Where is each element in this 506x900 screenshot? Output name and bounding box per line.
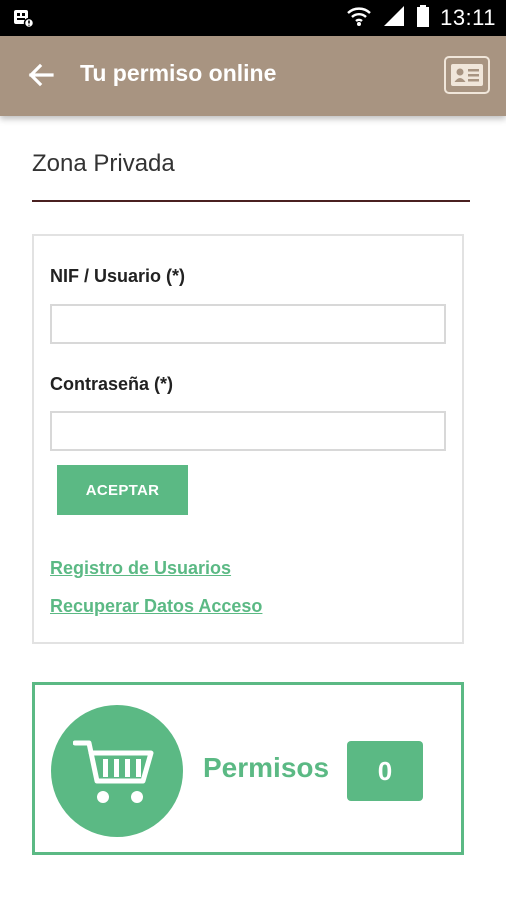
password-field-label: Contraseña (*) — [50, 374, 174, 394]
status-time: 13:11 — [440, 5, 496, 30]
permits-card[interactable]: Permisos 0 — [32, 682, 464, 855]
id-card-icon[interactable] — [444, 56, 490, 94]
app-bar: Tu permiso online — [0, 36, 506, 116]
title-divider — [32, 200, 470, 202]
recover-access-link[interactable]: Recuperar Datos Acceso — [50, 596, 262, 617]
signal-icon — [382, 4, 406, 33]
wifi-icon — [346, 4, 372, 33]
user-field-label: NIF / Usuario (*) — [50, 266, 186, 286]
accept-button[interactable]: ACEPTAR — [57, 465, 188, 515]
status-icons: 13:11 — [346, 0, 496, 36]
notification-icon — [12, 8, 35, 29]
cart-button[interactable] — [51, 705, 183, 837]
permits-label[interactable]: Permisos — [203, 752, 329, 784]
arrow-back-icon[interactable] — [26, 60, 56, 90]
page-title: Zona Privada — [32, 150, 175, 177]
shopping-cart-icon — [73, 740, 154, 803]
status-bar: 13:11 — [0, 0, 506, 36]
battery-icon — [416, 4, 430, 33]
user-input[interactable] — [50, 304, 446, 344]
app-title: Tu permiso online — [80, 60, 277, 86]
register-link[interactable]: Registro de Usuarios — [50, 558, 231, 579]
password-input[interactable] — [50, 411, 446, 451]
permits-count-badge: 0 — [347, 741, 423, 801]
login-card: NIF / Usuario (*) Contraseña (*) ACEPTAR… — [32, 234, 464, 644]
